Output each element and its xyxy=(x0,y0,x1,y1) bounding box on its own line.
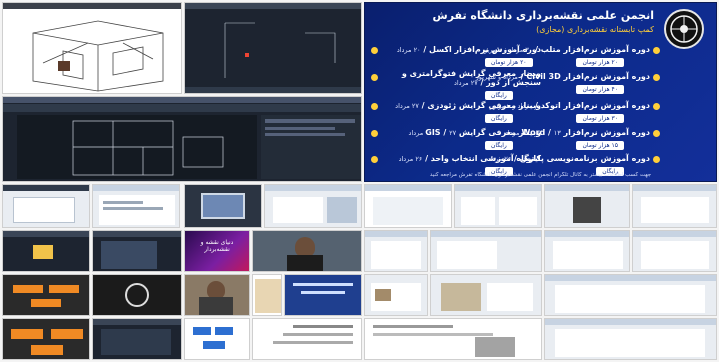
screenshot-blue-slide xyxy=(284,274,362,316)
screenshot-app-window-3 xyxy=(264,184,362,228)
price-badge: رایگان xyxy=(485,91,513,100)
presentation-slide-orange-2 xyxy=(2,318,90,360)
bullet-icon xyxy=(371,47,378,54)
screenshot-text-slide xyxy=(252,318,362,360)
screenshot-doc-window-12 xyxy=(364,274,428,316)
presentation-slide-orange-1 xyxy=(2,274,90,316)
course-item: وبینار معرفی گرایش فتوگرامتری و سنجش از … xyxy=(401,69,541,87)
bullet-icon xyxy=(371,103,378,110)
screenshot-doc-window-16 xyxy=(544,318,717,360)
screenshot-cad-floor-plan xyxy=(2,96,362,182)
screenshot-sketch-drawing xyxy=(2,2,182,94)
bullet-icon xyxy=(371,130,378,137)
university-logo xyxy=(125,283,149,307)
screenshot-map-image xyxy=(252,274,282,316)
price-badge: ۱۵ هزار تومان xyxy=(576,141,624,150)
cad-lines-graphic xyxy=(185,22,361,93)
webinar-title: دنیای نقشه و نقشه‌بردار xyxy=(200,239,234,253)
webinar-title-slide: دنیای نقشه و نقشه‌بردار xyxy=(184,230,250,272)
video-call-person-2 xyxy=(184,274,250,316)
poster-subtitle: کمپ تابستانه نقشه‌برداری (مجازی) xyxy=(536,25,654,34)
screenshot-doc-window-2 xyxy=(92,184,180,228)
screenshot-diagram-slide xyxy=(184,318,250,360)
presentation-slide-logo xyxy=(92,274,182,316)
screenshot-doc-window-7 xyxy=(632,184,717,228)
course-poster: انجمن علمی نقشه‌برداری دانشگاه تفرش کمپ … xyxy=(364,2,717,182)
course-item: کارگاه آموزشی انتخاب واحد / ۲۶ مرداد xyxy=(398,154,541,163)
bullet-icon xyxy=(371,156,378,163)
bullet-icon xyxy=(371,74,378,81)
screenshot-cad-window-1 xyxy=(184,2,362,94)
screenshot-doc-window-9 xyxy=(430,230,542,272)
screenshot-doc-window-4 xyxy=(364,184,452,228)
course-item: دوره آموزش نرم‌افزار اکسل / ۲۰ مرداد xyxy=(396,45,541,54)
screenshot-editor-window-1 xyxy=(2,230,90,272)
screenshot-doc-window-14 xyxy=(544,274,717,316)
poster-footer: جهت کسب اطلاعات بیشتر به کانال تلگرام ان… xyxy=(429,172,652,178)
screenshot-doc-window-6 xyxy=(544,184,630,228)
bullet-icon xyxy=(653,47,660,54)
screenshot-doc-window-8 xyxy=(364,230,428,272)
price-badge: رایگان xyxy=(485,114,513,123)
screenshot-doc-window-10 xyxy=(544,230,630,272)
screenshot-doc-window-5 xyxy=(454,184,542,228)
course-item: وبینار معرفی گرایش GIS / ۲۷ مرداد xyxy=(408,128,541,137)
screenshot-editor-window-2 xyxy=(92,230,182,272)
screenshot-editor-window-3 xyxy=(92,318,182,360)
university-logo xyxy=(664,9,704,49)
bullet-icon xyxy=(653,74,660,81)
price-badge: ۲۰ هزار تومان xyxy=(485,58,533,67)
price-badge: رایگان xyxy=(485,141,513,150)
price-badge: ۴۰ هزار تومان xyxy=(576,85,624,94)
bullet-icon xyxy=(653,156,660,163)
screenshot-monitor-window xyxy=(184,184,262,228)
perspective-sketch-graphic xyxy=(32,20,164,92)
bullet-icon xyxy=(653,130,660,137)
price-badge: ۳۰ هزار تومان xyxy=(576,114,624,123)
course-item: وبینار معرفی گرایش ژئودزی / ۲۷ مرداد xyxy=(395,101,541,110)
video-call-person-1 xyxy=(252,230,362,272)
price-badge: ۲۰ هزار تومان xyxy=(576,58,624,67)
screenshot-doc-window-11 xyxy=(632,230,717,272)
screenshot-doc-window-1 xyxy=(2,184,90,228)
bullet-icon xyxy=(653,103,660,110)
screenshot-doc-window-13 xyxy=(430,274,542,316)
screenshot-doc-window-15 xyxy=(364,318,542,360)
poster-title: انجمن علمی نقشه‌برداری دانشگاه تفرش xyxy=(432,9,654,22)
